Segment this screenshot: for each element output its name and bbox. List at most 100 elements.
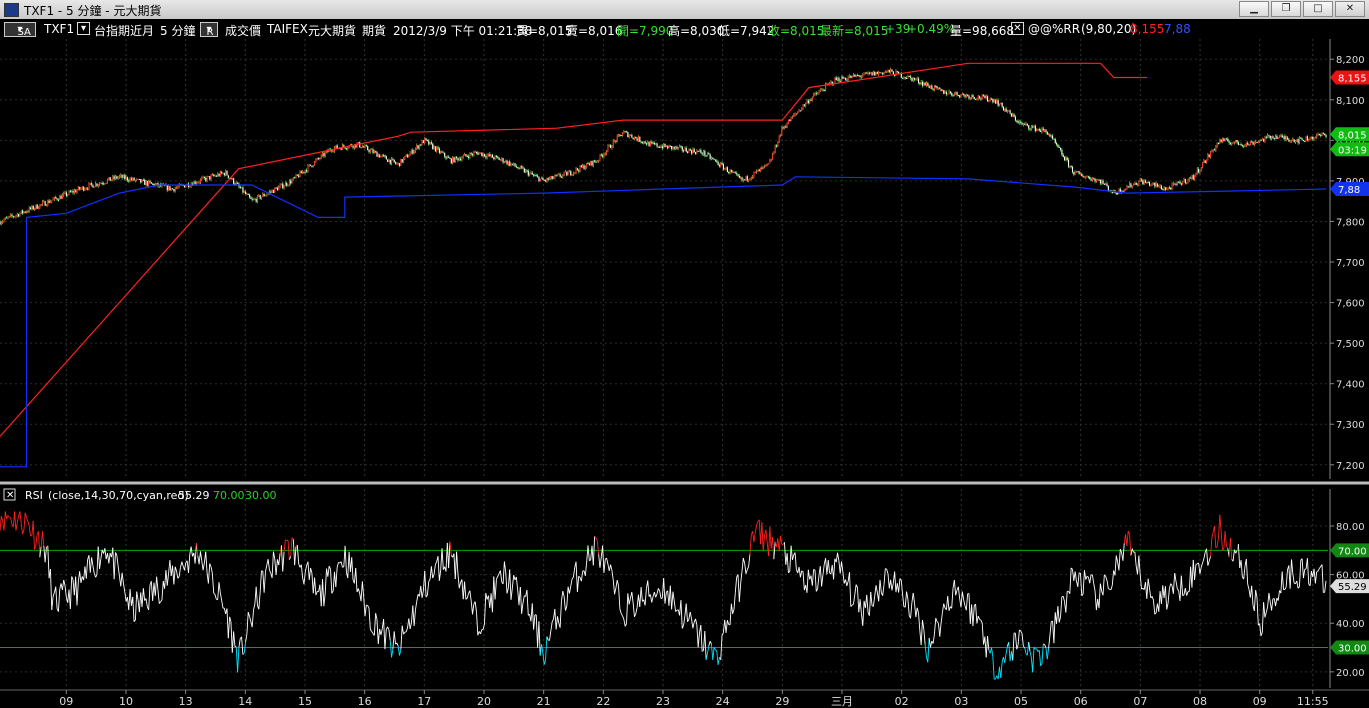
candle-body: [774, 145, 776, 152]
mode-label: SA: [17, 27, 31, 38]
candle-body: [279, 184, 281, 187]
symbol-menu-icon[interactable]: ▾: [77, 22, 90, 35]
candle-body: [710, 158, 713, 160]
candle-body: [486, 155, 488, 158]
candle-body: [150, 182, 152, 184]
candle-body: [1041, 128, 1043, 132]
candle-body: [1001, 102, 1003, 107]
candle-body: [448, 156, 450, 158]
candle-body: [518, 168, 520, 170]
candle-body: [137, 178, 139, 180]
candle-body: [656, 143, 658, 147]
candle-body: [201, 178, 203, 180]
candle-body: [1233, 141, 1236, 143]
candle-body: [1106, 183, 1108, 187]
candle-body: [31, 205, 33, 209]
candle-body: [218, 173, 220, 177]
candle-body: [1312, 136, 1314, 140]
candle-body: [757, 169, 759, 171]
price-chart[interactable]: 8,2008,1008,0007,9007,8007,7007,6007,500…: [0, 39, 1369, 708]
candle-body: [1056, 142, 1058, 145]
candle-body: [1183, 178, 1185, 182]
candle-body: [888, 69, 890, 73]
candle-body: [1171, 184, 1173, 190]
candle-body: [748, 179, 750, 181]
r-dropdown[interactable]: R ▾: [200, 22, 218, 38]
candle-body: [521, 166, 523, 168]
candle-body: [250, 197, 252, 199]
candle-body: [564, 171, 567, 173]
candle-body: [554, 175, 556, 178]
candle-body: [468, 156, 470, 158]
candle-body: [587, 163, 589, 165]
candle-body: [387, 159, 389, 162]
candle-body: [460, 158, 462, 161]
candle-body: [73, 190, 75, 193]
candle-body: [595, 161, 597, 163]
candle-body: [392, 158, 394, 160]
candle-body: [794, 114, 796, 116]
candle-body: [1290, 140, 1293, 142]
candle-body: [81, 186, 83, 189]
candle-body: [76, 190, 78, 193]
candle-body: [282, 183, 284, 189]
candle-body: [730, 170, 732, 172]
candle-body: [44, 201, 46, 206]
candle-body: [705, 155, 707, 157]
candle-body: [750, 177, 752, 180]
candle-body: [749, 179, 751, 181]
candle-body: [552, 177, 555, 179]
restore-button[interactable]: ❐: [1271, 1, 1301, 17]
candle-body: [1085, 176, 1087, 178]
candle-body: [396, 163, 398, 165]
candle-body: [582, 165, 584, 168]
candle-body: [949, 91, 951, 94]
candle-body: [223, 173, 225, 176]
candle-body: [166, 184, 168, 191]
candle-body: [96, 183, 98, 186]
candle-body: [20, 210, 22, 214]
rsi-label: RSI: [25, 489, 43, 502]
candle-body: [446, 156, 448, 159]
candle-body: [497, 156, 499, 158]
mode-dropdown[interactable]: SA ▾: [4, 22, 36, 38]
candle-body: [903, 77, 905, 79]
minimize-button[interactable]: ▁: [1239, 1, 1269, 17]
candle-body: [1091, 178, 1093, 181]
candle-body: [92, 184, 94, 188]
candle-body: [1137, 184, 1139, 186]
rsi-close-glyph: ✕: [6, 490, 14, 501]
candle-body: [347, 147, 349, 149]
candle-body: [1186, 182, 1188, 184]
candle-body: [453, 157, 455, 163]
candle-body: [509, 161, 511, 166]
close-button[interactable]: ✕: [1335, 1, 1365, 17]
candle-body: [1200, 167, 1202, 171]
candle-body: [692, 149, 694, 154]
candle-body: [11, 214, 13, 217]
candle-body: [592, 160, 594, 166]
candle-body: [1174, 183, 1176, 185]
candle-body: [501, 158, 503, 160]
candle-body: [414, 148, 417, 152]
candle-body: [1211, 151, 1213, 153]
overlay-value-low: 7,88: [1164, 22, 1191, 36]
candle-body: [72, 190, 74, 193]
candle-body: [262, 194, 264, 197]
candle-body: [856, 75, 859, 77]
candle-body: [611, 147, 613, 149]
candle-body: [395, 162, 397, 164]
candle-body: [1231, 143, 1233, 145]
maximize-button[interactable]: □: [1303, 1, 1333, 17]
candle-body: [80, 188, 82, 190]
candle-body: [815, 93, 817, 95]
candle-body: [673, 146, 675, 149]
candle-body: [465, 154, 467, 156]
candle-body: [211, 174, 213, 176]
overlay-close-icon[interactable]: ✕: [1011, 22, 1024, 35]
candle-body: [998, 104, 1001, 106]
candle-body: [291, 179, 293, 184]
candle-body: [148, 180, 150, 186]
interval-label: 5 分鐘: [160, 24, 196, 38]
candle-body: [278, 186, 280, 191]
